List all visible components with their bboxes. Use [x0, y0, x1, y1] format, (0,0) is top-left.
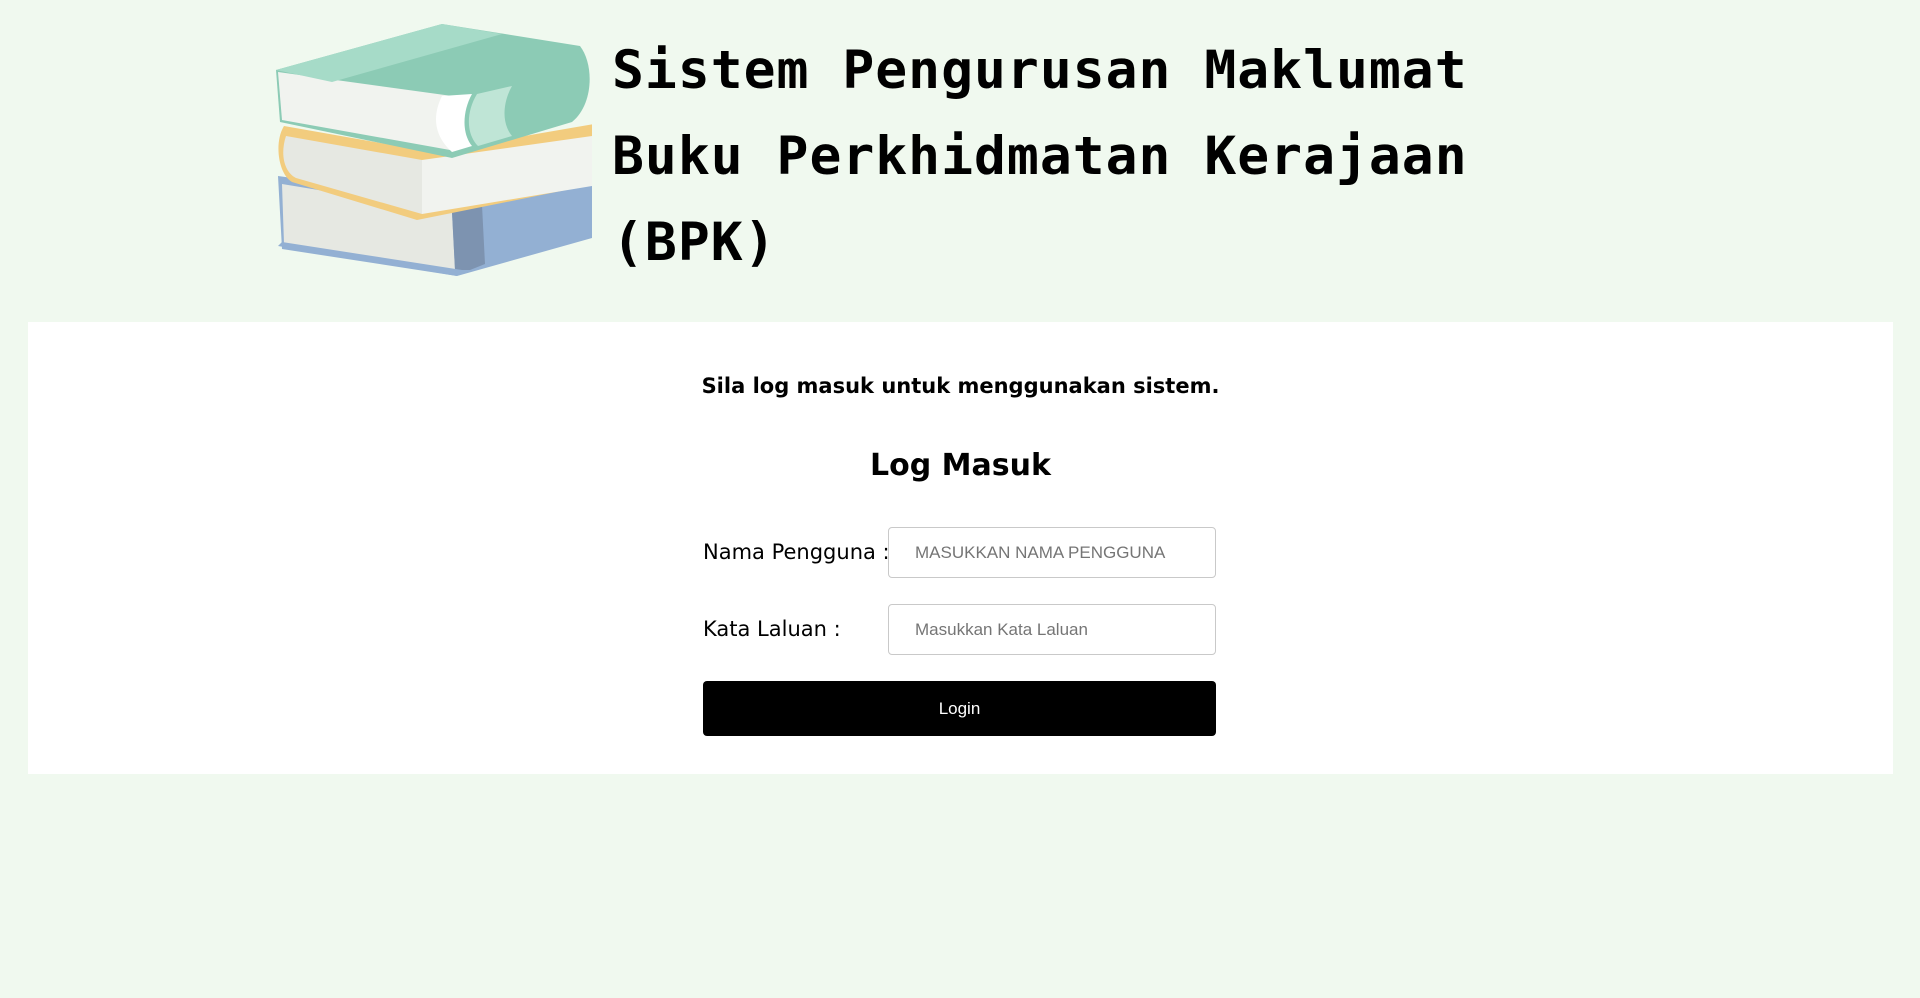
- app-title-line-3: (BPK): [612, 212, 777, 273]
- login-panel: Sila log masuk untuk menggunakan sistem.…: [28, 322, 1893, 774]
- password-input[interactable]: [888, 604, 1216, 655]
- stack-of-books-icon: [276, 24, 592, 276]
- app-title-line-2: Buku Perkhidmatan Kerajaan: [612, 126, 1468, 187]
- form-title: Log Masuk: [870, 448, 1051, 483]
- app-title: Sistem Pengurusan Maklumat Buku Perkhidm…: [612, 28, 1468, 286]
- app-title-line-1: Sistem Pengurusan Maklumat: [612, 40, 1468, 101]
- login-button[interactable]: Login: [703, 681, 1216, 736]
- username-input[interactable]: [888, 527, 1216, 578]
- password-label: Kata Laluan :: [703, 617, 841, 641]
- login-notice: Sila log masuk untuk menggunakan sistem.: [701, 374, 1220, 398]
- username-label: Nama Pengguna :: [703, 540, 890, 564]
- header: Sistem Pengurusan Maklumat Buku Perkhidm…: [0, 0, 1920, 322]
